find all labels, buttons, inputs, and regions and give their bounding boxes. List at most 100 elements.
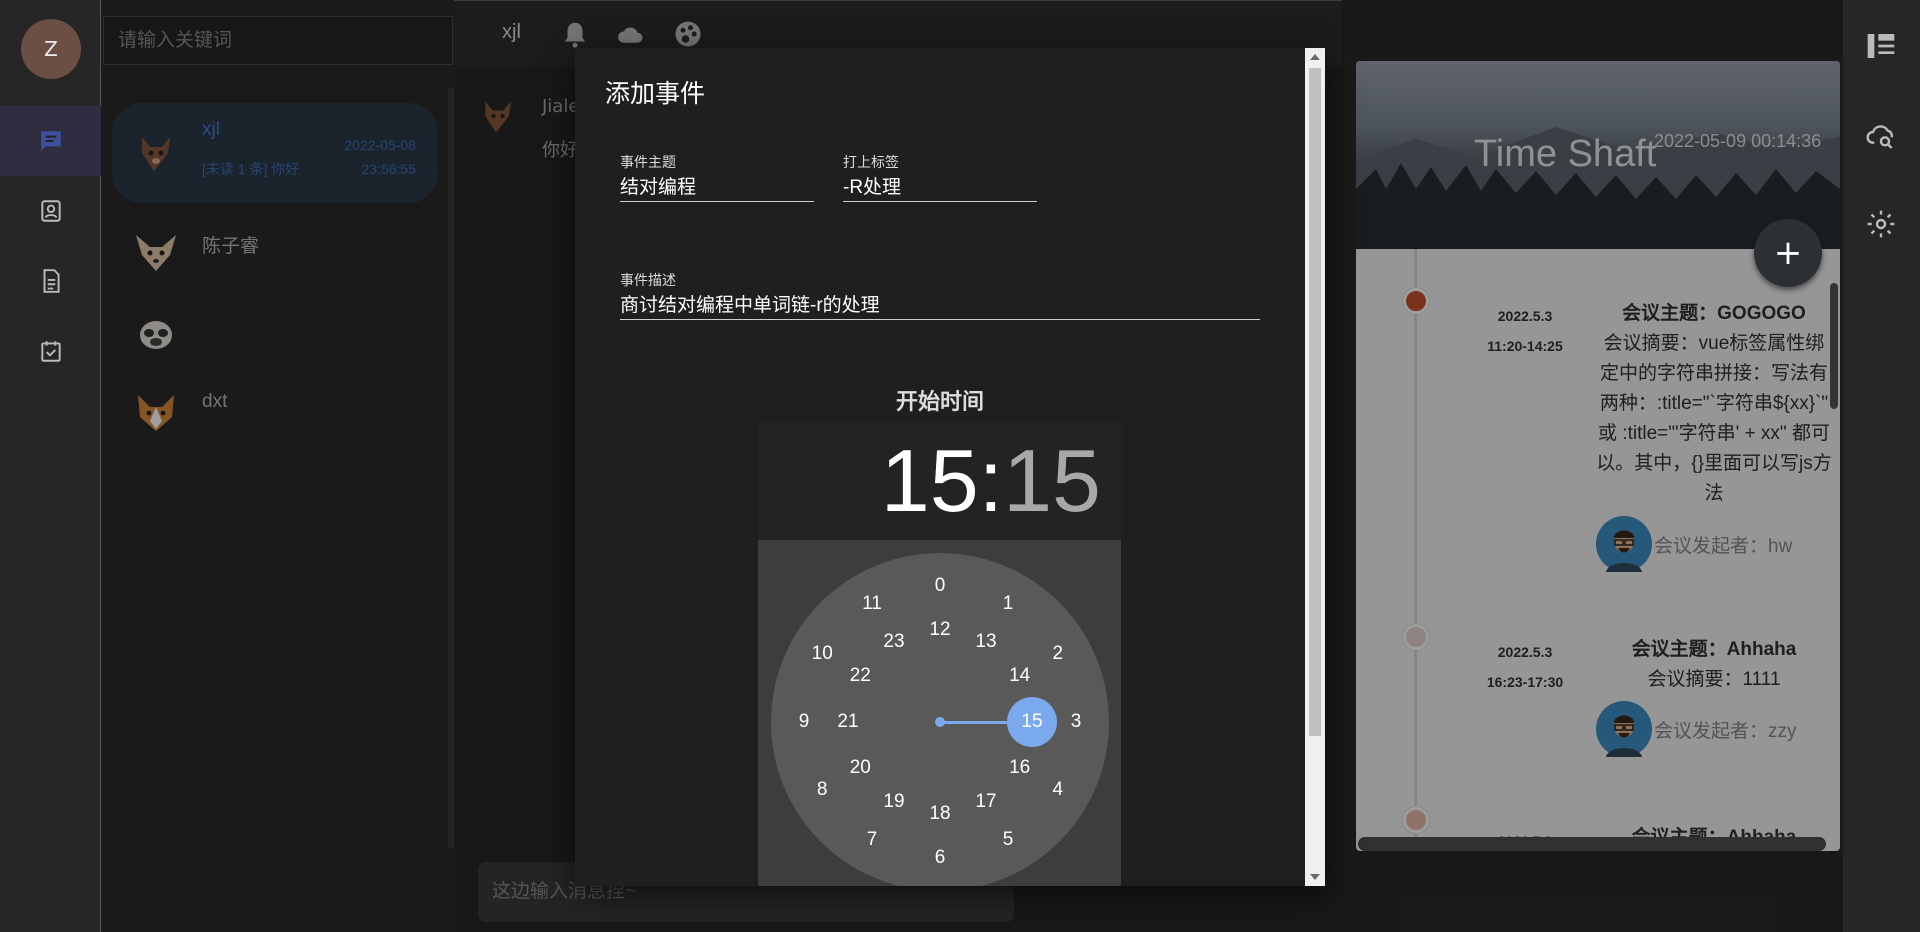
add-event-button[interactable]: + [1754,219,1822,287]
clock-hour-7[interactable]: 7 [857,825,887,855]
event-subject: 会议主题：Ahhaha [1631,639,1797,660]
clock-hour-6[interactable]: 6 [925,843,955,873]
dog-avatar-icon [142,137,170,171]
timeline-axis [1414,249,1417,851]
clock-hour-13[interactable]: 13 [971,627,1001,657]
contacts-icon [40,200,61,222]
message-sender: Jiale [542,96,580,117]
event-organizer: 会议发起者：zzy [1596,701,1797,757]
scroll-up-arrow-icon[interactable] [1310,54,1320,60]
time-separator: : [978,431,1004,530]
panel-toggle-icon[interactable] [1865,30,1897,62]
clock-hour-8[interactable]: 8 [807,775,837,805]
clock-hour-2[interactable]: 2 [1043,639,1073,669]
contact-item[interactable]: xjl [未读 1 条] 你好 2022-05-08 23:56:55 [112,103,438,203]
start-time-title: 开始时间 [895,389,984,414]
tag-label: 打上标签 [843,154,899,170]
description-value: 商讨结对编程中单词链-r的处理 [620,295,880,316]
nav-chat[interactable] [0,106,101,176]
event-content: 会议主题：Ahhaha 会议摘要：1111 [1596,635,1832,695]
nav-contacts[interactable] [0,176,101,246]
clock-hour-20[interactable]: 20 [845,753,875,783]
clock-hour-18[interactable]: 18 [925,799,955,829]
timeline-dot [1403,288,1429,314]
palette-icon[interactable] [673,19,703,49]
scroll-thumb[interactable] [1309,68,1321,736]
cloud-icon[interactable] [615,19,645,49]
document-icon [43,269,60,293]
time-picker-body: 0 1 2 3 4 5 6 7 8 9 10 11 12 13 14 15 16 17 18 19 20 21 22 23 [758,540,1121,886]
minute-display[interactable]: 15 [1003,431,1101,530]
dialog-scrollbar[interactable] [1305,48,1325,886]
timeline-dot [1403,807,1429,833]
clock-hour-1[interactable]: 1 [993,589,1023,619]
corgi-avatar-icon [138,395,174,431]
scroll-down-arrow-icon[interactable] [1310,874,1320,880]
timeline-clock: 2022-05-09 00:14:36 [1654,131,1822,151]
bell-icon[interactable] [560,19,590,49]
search-input[interactable] [103,16,453,65]
clock-hour-9[interactable]: 9 [789,707,819,737]
clock-hour-0[interactable]: 0 [925,571,955,601]
organizer-name: 会议发起者：hw [1654,535,1793,557]
contact-item[interactable]: dxt [112,363,438,463]
contact-time: 2022-05-08 23:56:55 [344,137,416,177]
hour-display[interactable]: 15 [881,431,979,530]
clock-hour-5[interactable]: 5 [993,825,1023,855]
left-rail: Z [0,0,101,932]
organizer-avatar-icon [1596,516,1652,572]
clock-hour-14[interactable]: 14 [1005,661,1035,691]
pug-avatar-icon [140,321,172,349]
dialog-title: 添加事件 [605,80,706,108]
clock-hour-12[interactable]: 12 [925,615,955,645]
timeline-banner: Time Shaft 2022-05-09 00:14:36 [1356,61,1840,249]
clock-hour-23[interactable]: 23 [879,627,909,657]
clock-hub [935,717,945,727]
timeline-card: Time Shaft 2022-05-09 00:14:36 + 2022.5.… [1356,61,1840,851]
event-organizer: 会议发起者：hw [1596,516,1792,572]
gear-icon[interactable] [1865,208,1897,240]
clock-hour-19[interactable]: 19 [879,787,909,817]
clock-hour-3[interactable]: 3 [1061,707,1091,737]
right-rail [1843,0,1920,932]
tag-value: -R处理 [843,177,902,198]
timeline-horizontal-scrollbar[interactable] [1358,837,1826,851]
event-date: 2022.5.3 11:20-14:25 [1487,308,1563,354]
chihuahua-avatar-icon [136,235,176,271]
clock-hour-15[interactable]: 15 [1007,697,1057,747]
add-event-dialog: 添加事件 事件主题 结对编程 打上标签 -R处理 事件描述 商讨结对编程中单词链… [575,48,1325,886]
user-avatar[interactable]: Z [21,19,81,79]
clock-dial[interactable]: 0 1 2 3 4 5 6 7 8 9 10 11 12 13 14 15 16 17 18 19 20 21 22 23 [771,553,1109,886]
contacts-panel: xjl [未读 1 条] 你好 2022-05-0823:56:55 陈子睿 d… [101,0,454,932]
clock-hour-16[interactable]: 16 [1005,753,1035,783]
organizer-avatar-icon [1596,701,1652,757]
nav-calendar[interactable] [0,316,101,386]
timeline-panel: Time Shaft 2022-05-09 00:14:36 + 2022.5.… [1344,56,1843,851]
clock-hour-21[interactable]: 21 [833,707,863,737]
clock-hour-4[interactable]: 4 [1043,775,1073,805]
nav-documents[interactable] [0,246,101,316]
description-field[interactable]: 事件描述 商讨结对编程中单词链-r的处理 [620,270,1260,320]
clock-hour-10[interactable]: 10 [807,639,837,669]
cloud-search-icon[interactable] [1865,120,1897,152]
event-summary: 会议摘要：vue标签属性绑定中的字符串拼接：写法有两种：:title="`字符串… [1596,333,1832,504]
subject-field[interactable]: 事件主题 结对编程 [620,152,814,202]
timeline-dot [1403,624,1429,650]
timeline-vertical-scrollbar[interactable] [1830,283,1838,409]
subject-label: 事件主题 [620,154,676,170]
organizer-name: 会议发起者：zzy [1654,720,1797,742]
clock-hour-11[interactable]: 11 [857,589,887,619]
calendar-check-icon [40,341,61,362]
tag-field[interactable]: 打上标签 -R处理 [843,152,1037,202]
contact-unread: [未读 1 条] 你好 [202,161,300,177]
contact-name: xjl [202,119,220,140]
event-content: 会议主题：GOGOGO 会议摘要：vue标签属性绑定中的字符串拼接：写法有两种：… [1596,299,1832,509]
sender-avatar-icon [485,101,511,133]
clock-hour-22[interactable]: 22 [845,661,875,691]
chat-icon [40,131,61,151]
contact-list: xjl [未读 1 条] 你好 2022-05-08 23:56:55 陈子睿 d… [101,88,454,848]
description-label: 事件描述 [620,272,676,288]
subject-value: 结对编程 [620,177,697,198]
time-display: 15:15 [881,426,1101,536]
clock-hour-17[interactable]: 17 [971,787,1001,817]
